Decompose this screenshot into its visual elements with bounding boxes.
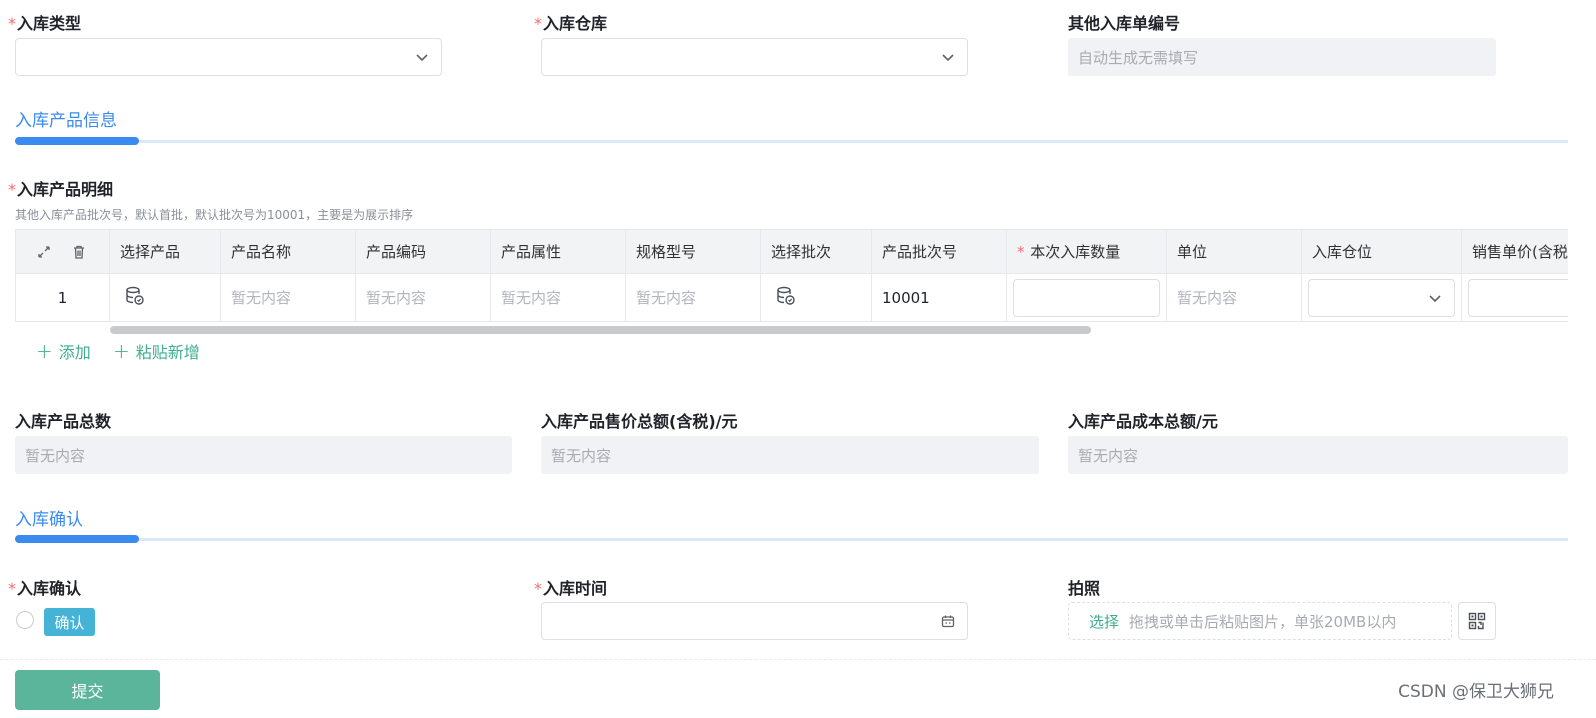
section-indicator — [15, 137, 139, 145]
total-cost-amount-field: 暂无内容 — [1068, 436, 1568, 474]
total-sale-amount-label: 入库产品售价总额(含税)/元 — [541, 412, 738, 431]
submit-button[interactable]: 提交 — [15, 670, 160, 710]
database-select-icon[interactable] — [124, 285, 146, 307]
add-row-button[interactable]: + 添加 — [36, 339, 91, 363]
spec-model-cell: 暂无内容 — [625, 273, 761, 322]
col-select-batch: 选择批次 — [760, 229, 872, 274]
confirm-tag[interactable]: 确认 — [44, 608, 95, 636]
table-header-row: 选择产品 产品名称 产品编码 产品属性 规格型号 选择批次 产品批次号 * 本次… — [15, 229, 1568, 274]
warehouse-label: *入库仓库 — [534, 14, 608, 33]
section-indicator — [15, 535, 139, 543]
chevron-down-icon — [942, 54, 954, 62]
batch-no-cell: 10001 — [871, 273, 1007, 322]
col-location: 入库仓位 — [1301, 229, 1462, 274]
product-attr-cell: 暂无内容 — [490, 273, 626, 322]
detail-table: 选择产品 产品名称 产品编码 产品属性 规格型号 选择批次 产品批次号 * 本次… — [15, 229, 1568, 322]
confirm-label: *入库确认 — [8, 579, 82, 598]
quantity-input[interactable] — [1013, 278, 1160, 317]
col-select-product: 选择产品 — [109, 229, 221, 274]
photo-upload-area[interactable]: 选择 拖拽或单击后粘贴图片，单张20MB以内 — [1068, 602, 1452, 640]
product-code-cell: 暂无内容 — [355, 273, 491, 322]
total-sale-amount-field: 暂无内容 — [541, 436, 1039, 474]
qrcode-button[interactable] — [1458, 602, 1496, 640]
product-name-cell: 暂无内容 — [220, 273, 356, 322]
col-quantity: * 本次入库数量 — [1006, 229, 1167, 274]
chevron-down-icon — [416, 54, 428, 62]
detail-label: *入库产品明细 — [8, 180, 114, 199]
inbound-type-select[interactable] — [15, 38, 442, 76]
col-product-name: 产品名称 — [220, 229, 356, 274]
watermark: CSDN @保卫大狮兄 — [1398, 682, 1554, 702]
qrcode-icon — [1468, 612, 1486, 630]
other-order-no-field: 自动生成无需填写 — [1068, 38, 1496, 76]
photo-select-link[interactable]: 选择 — [1089, 611, 1119, 632]
col-spec-model: 规格型号 — [625, 229, 761, 274]
paste-add-button[interactable]: + 粘贴新增 — [113, 339, 200, 363]
col-sale-price: 销售单价(含税 — [1461, 229, 1568, 274]
unit-cell: 暂无内容 — [1166, 273, 1302, 322]
section-title-confirm: 入库确认 — [15, 510, 83, 530]
detail-hint: 其他入库产品批次号，默认首批，默认批次号为10001，主要是为展示排序 — [15, 208, 414, 222]
time-picker[interactable] — [541, 602, 968, 640]
table-row: 1 暂无内容 暂无内容 暂无内容 暂无内容 10001 暂无内容 — [15, 273, 1568, 322]
section-divider — [15, 140, 1568, 143]
inbound-type-label: *入库类型 — [8, 14, 82, 33]
expand-icon[interactable] — [36, 244, 52, 260]
section-title-product: 入库产品信息 — [15, 111, 117, 131]
table-header-actions — [15, 229, 110, 274]
location-cell — [1301, 273, 1462, 322]
detail-table-wrapper: 选择产品 产品名称 产品编码 产品属性 规格型号 选择批次 产品批次号 * 本次… — [15, 229, 1568, 323]
section-divider — [15, 538, 1568, 541]
photo-upload-hint: 拖拽或单击后粘贴图片，单张20MB以内 — [1129, 612, 1397, 631]
quantity-cell — [1006, 273, 1167, 322]
col-batch-no: 产品批次号 — [871, 229, 1007, 274]
row-index: 1 — [15, 273, 110, 322]
sale-price-input[interactable] — [1468, 278, 1568, 317]
time-label: *入库时间 — [534, 579, 608, 598]
confirm-radio[interactable] — [16, 611, 34, 629]
total-count-field: 暂无内容 — [15, 436, 512, 474]
select-product-cell[interactable] — [109, 273, 221, 322]
calendar-icon — [941, 615, 955, 628]
plus-icon: + — [113, 339, 130, 363]
photo-label: 拍照 — [1068, 579, 1101, 598]
total-cost-amount-label: 入库产品成本总额/元 — [1068, 412, 1218, 431]
location-select[interactable] — [1308, 278, 1455, 317]
trash-icon[interactable] — [71, 244, 87, 260]
database-select-icon[interactable] — [775, 285, 797, 307]
chevron-down-icon — [1429, 294, 1441, 302]
sale-price-cell — [1461, 273, 1568, 322]
col-product-code: 产品编码 — [355, 229, 491, 274]
select-batch-cell[interactable] — [760, 273, 872, 322]
total-count-label: 入库产品总数 — [15, 412, 112, 431]
plus-icon: + — [36, 339, 53, 363]
col-product-attr: 产品属性 — [490, 229, 626, 274]
footer-divider — [0, 659, 1596, 660]
other-order-no-label: 其他入库单编号 — [1068, 14, 1181, 33]
col-unit: 单位 — [1166, 229, 1302, 274]
warehouse-select[interactable] — [541, 38, 968, 76]
horizontal-scrollbar[interactable] — [110, 326, 1091, 334]
